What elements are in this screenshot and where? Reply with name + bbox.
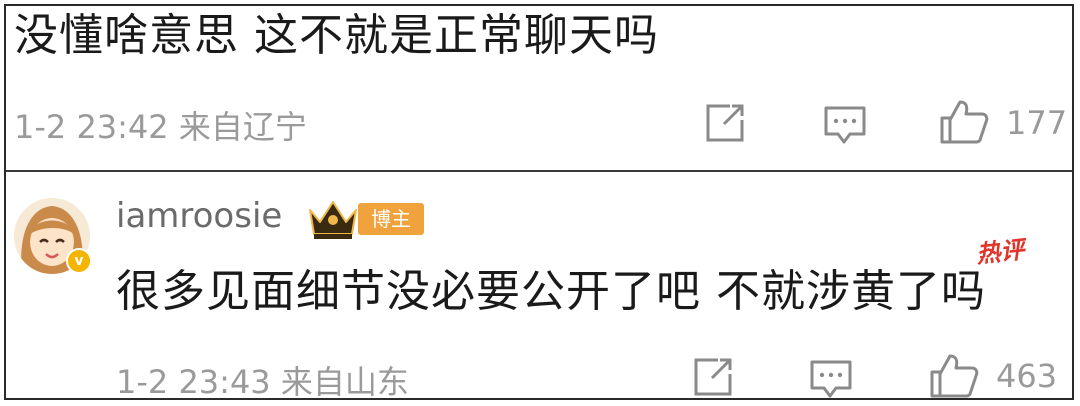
share-icon[interactable]: [690, 356, 736, 402]
reply-icon[interactable]: [808, 358, 854, 404]
divider: [6, 170, 1072, 172]
like-icon[interactable]: [938, 98, 990, 150]
comment-text: 没懂啥意思 这不就是正常聊天吗: [14, 10, 659, 61]
comment-text: 很多见面细节没必要公开了吧 不就涉黄了吗: [116, 266, 986, 317]
like-count: 177: [1006, 104, 1068, 142]
comment-meta: 1-2 23:43 来自山东: [116, 363, 409, 401]
share-icon[interactable]: [702, 102, 748, 148]
crown-icon: [306, 196, 360, 244]
author-badge: 博主: [358, 203, 424, 235]
like-icon[interactable]: [928, 352, 980, 404]
comment-meta: 1-2 23:42 来自辽宁: [14, 108, 307, 146]
username[interactable]: iamroosie: [116, 196, 282, 236]
verified-badge-icon: v: [66, 248, 92, 274]
like-count: 463: [996, 357, 1058, 395]
reply-icon[interactable]: [822, 104, 868, 150]
